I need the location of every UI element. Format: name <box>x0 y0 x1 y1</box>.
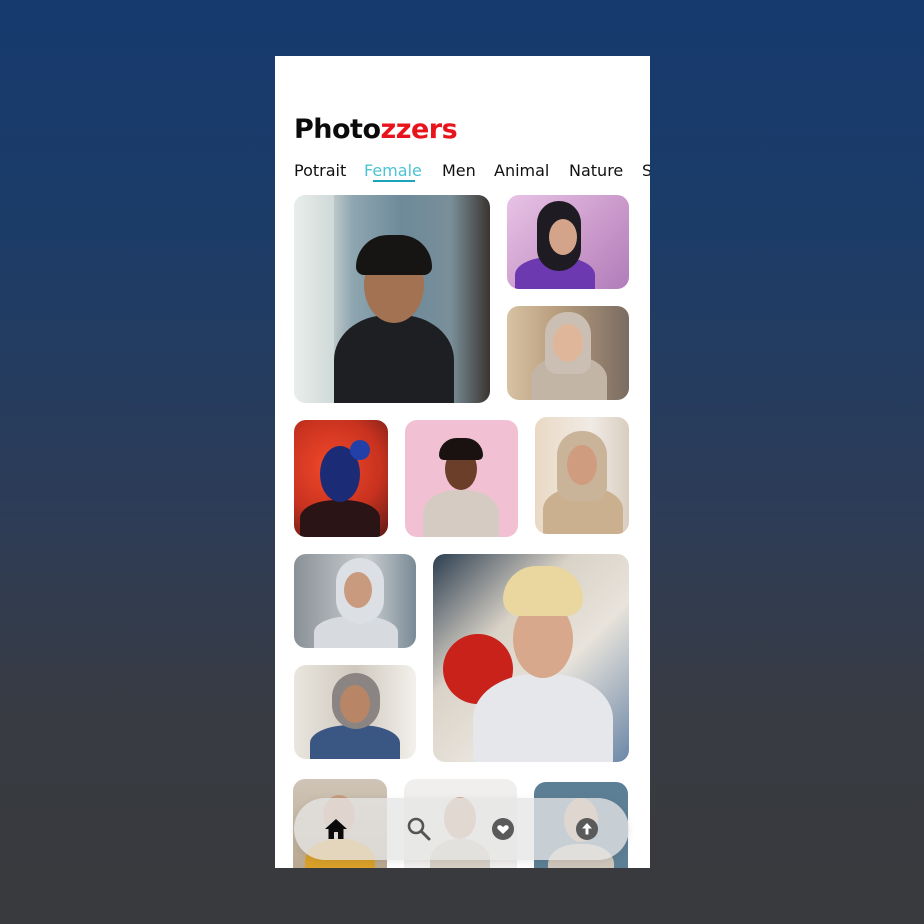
photo-surfer-woman[interactable] <box>294 195 490 403</box>
logo-part-zzers: zzers <box>380 114 458 145</box>
tab-more[interactable]: S <box>642 160 650 182</box>
home-icon <box>325 819 347 839</box>
tab-animal[interactable]: Animal <box>494 160 549 182</box>
photo-pink-bg-woman[interactable] <box>405 420 518 537</box>
category-tabs: Potrait Female Men Animal Nature S <box>294 160 650 186</box>
heart-icon <box>492 818 514 840</box>
tab-potrait[interactable]: Potrait <box>294 160 346 182</box>
upload-icon <box>576 818 598 840</box>
photo-red-light-woman[interactable] <box>294 420 388 537</box>
photo-purple-hair-woman[interactable] <box>507 195 629 289</box>
app-screen: Photozzers Potrait Female Men Animal Nat… <box>275 56 650 868</box>
search-icon <box>407 817 431 841</box>
app-logo: Photozzers <box>294 112 458 148</box>
photo-hijab-street-woman[interactable] <box>507 306 629 400</box>
nav-search-button[interactable] <box>405 815 433 843</box>
nav-favorites-button[interactable] <box>489 815 517 843</box>
tab-female[interactable]: Female <box>364 160 422 182</box>
tab-men[interactable]: Men <box>442 160 476 182</box>
nav-home-button[interactable] <box>322 815 350 843</box>
photo-scarf-smiling-woman[interactable] <box>535 417 629 534</box>
photo-senior-woman-indoors[interactable] <box>294 665 416 759</box>
tab-nature[interactable]: Nature <box>569 160 623 182</box>
bottom-navigation <box>294 798 629 860</box>
active-tab-indicator <box>373 180 415 182</box>
photo-gray-hair-woman[interactable] <box>294 554 416 648</box>
logo-part-photo: Photo <box>294 114 381 145</box>
nav-upload-button[interactable] <box>573 815 601 843</box>
photo-glasses-senior-woman[interactable] <box>433 554 629 762</box>
